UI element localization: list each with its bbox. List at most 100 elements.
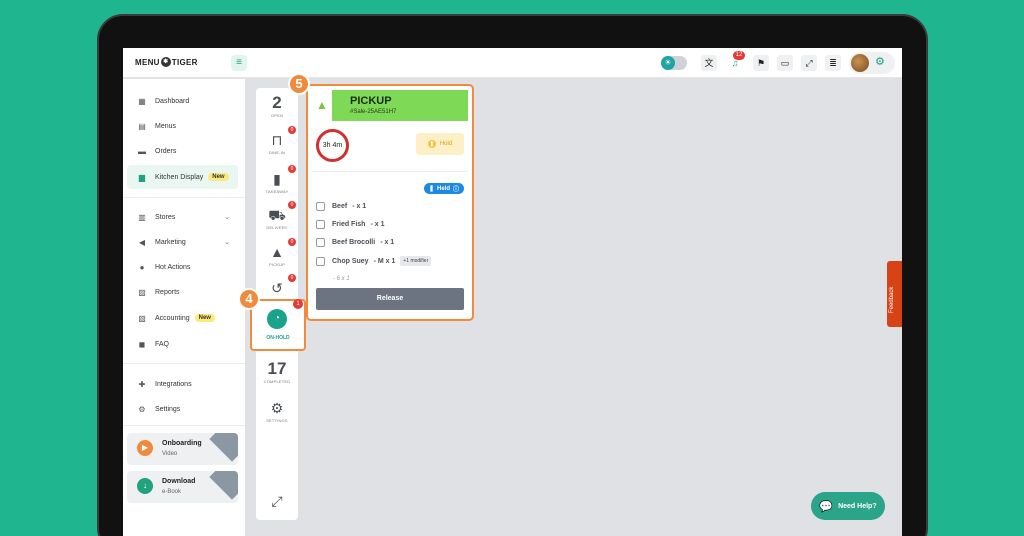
- takeaway-icon: ▮: [273, 171, 281, 187]
- flag-icon[interactable]: ⚑: [753, 55, 769, 71]
- modifier-tag[interactable]: +1 modifier: [400, 256, 432, 266]
- order-item[interactable]: Beef - x 1: [316, 202, 366, 211]
- sidebar-item-label: Marketing: [155, 238, 186, 246]
- held-label: Held: [437, 185, 451, 192]
- sidebar-item-hot-actions[interactable]: ● Hot Actions: [127, 255, 238, 279]
- menus-icon: ▤: [138, 121, 146, 131]
- sidebar-item-label: Reports: [155, 288, 180, 296]
- stores-icon: ▥: [138, 212, 146, 222]
- item-qty: - x 1: [380, 239, 395, 246]
- order-item[interactable]: Fried Fish - x 1: [316, 220, 384, 229]
- item-qty: - M x 1: [373, 257, 396, 265]
- sidebar-item-menus[interactable]: ▤ Menus: [127, 114, 238, 138]
- order-type-banner: PICKUP #Sale-25AE51H7: [332, 90, 468, 121]
- promo-subtitle: Video: [162, 451, 178, 457]
- sidebar-item-stores[interactable]: ▥ Stores ⌄: [127, 205, 238, 229]
- sidebar-item-label: Settings: [155, 405, 181, 413]
- open-orders-tab[interactable]: 2 OPEN: [256, 94, 298, 118]
- held-status-badge[interactable]: ❚ Held ⓘ: [424, 183, 464, 194]
- order-type: PICKUP: [350, 95, 392, 107]
- pickup-icon: ▲: [312, 90, 332, 121]
- item-checkbox[interactable]: [316, 220, 325, 229]
- order-item[interactable]: Beef Brocolli - x 1: [316, 238, 394, 247]
- chevron-down-icon: ⌄: [224, 239, 230, 246]
- need-help-button[interactable]: 💬 Need Help?: [811, 492, 885, 520]
- sidebar-divider: [123, 197, 245, 198]
- delivery-badge: 0: [288, 201, 296, 209]
- sidebar-item-integrations[interactable]: ✚ Integrations: [127, 372, 238, 396]
- sidebar-item-reports[interactable]: ▨ Reports: [127, 280, 238, 304]
- feedback-label: Feedback: [889, 286, 895, 313]
- item-checkbox[interactable]: [316, 202, 325, 211]
- info-icon: ⓘ: [453, 187, 460, 193]
- promo-corner: [209, 433, 238, 462]
- item-qty: - x 1: [352, 203, 367, 210]
- order-item[interactable]: Chop Suey - M x 1 +1 modifier: [316, 256, 432, 266]
- promo-subtitle: e-Book: [162, 489, 182, 495]
- sidebar-item-settings[interactable]: ⚙ Settings: [127, 397, 238, 421]
- delivery-label: DELIVERY: [266, 225, 288, 230]
- step-4-marker: 4: [238, 288, 260, 310]
- reports-icon: ▨: [138, 287, 146, 297]
- need-help-label: Need Help?: [838, 502, 877, 510]
- expand-button[interactable]: ⤢: [256, 493, 298, 509]
- chat-bubble-icon: 💬: [819, 500, 834, 513]
- sidebar-item-marketing[interactable]: ◀ Marketing ⌄: [127, 230, 238, 254]
- document-icon[interactable]: ≣: [825, 55, 841, 71]
- item-checkbox[interactable]: [316, 256, 325, 266]
- sidebar-item-kitchen-display[interactable]: ▆ Kitchen Display New: [127, 165, 238, 189]
- top-bar: MENU ✱ TIGER ≡ ☀ 文 ♫ 12 ⚑ ▭ ⤢ ≣ ⚙: [123, 48, 902, 78]
- new-badge: New: [194, 314, 215, 322]
- sidebar-item-label: Orders: [155, 147, 177, 155]
- onboarding-video-card[interactable]: ▶ Onboarding Video: [127, 433, 238, 465]
- sidebar-item-label: Accounting: [155, 314, 190, 322]
- profile-menu[interactable]: ⚙: [849, 52, 895, 74]
- logo-text-right: TIGER: [171, 57, 198, 67]
- takeaway-tab[interactable]: ▮ TAKEAWAY: [256, 171, 298, 194]
- tiger-logo-icon: ✱: [160, 57, 171, 67]
- kitchen-settings-tab[interactable]: ⚙ SETTINGS: [256, 400, 298, 423]
- item-name: Beef: [332, 203, 348, 210]
- sidebar-item-label: FAQ: [155, 340, 170, 348]
- pickup-badge: 0: [288, 238, 296, 246]
- pickup-label: PICKUP: [268, 262, 286, 267]
- history-badge: 0: [288, 274, 296, 282]
- fullscreen-icon[interactable]: ⤢: [801, 55, 817, 71]
- translate-icon[interactable]: 文: [701, 55, 717, 71]
- clock-icon: ◔: [267, 309, 287, 329]
- sidebar-item-label: Kitchen Display: [155, 173, 204, 181]
- sidebar-item-faq[interactable]: ◼ FAQ: [127, 332, 238, 356]
- theme-toggle[interactable]: ☀: [661, 56, 687, 70]
- delivery-tab[interactable]: ⛟ DELIVERY: [256, 207, 298, 230]
- release-button[interactable]: Release: [316, 288, 464, 310]
- dine-in-icon: ⊓: [271, 132, 283, 148]
- sale-id: #Sale-25AE51H7: [350, 109, 397, 115]
- promo-corner: [209, 471, 238, 500]
- hold-button[interactable]: ❚ Hold: [416, 133, 464, 155]
- on-hold-tab[interactable]: ◔ ON-HOLD 1: [250, 299, 306, 351]
- dine-in-tab[interactable]: ⊓ DINE-IN: [256, 132, 298, 155]
- pickup-tab[interactable]: ▲ PICKUP: [256, 244, 298, 267]
- completed-tab[interactable]: 17 COMPLETED: [256, 360, 298, 384]
- history-tab[interactable]: ↺: [256, 280, 298, 296]
- app-logo[interactable]: MENU ✱ TIGER: [135, 57, 198, 67]
- download-ebook-card[interactable]: ↓ Download e-Book: [127, 471, 238, 503]
- download-icon: ↓: [137, 478, 153, 494]
- sidebar-item-orders[interactable]: ▬ Orders: [127, 139, 238, 163]
- pickup-icon: ▲: [270, 244, 284, 260]
- feedback-tab[interactable]: Feedback: [887, 261, 902, 327]
- item-checkbox[interactable]: [316, 238, 325, 247]
- menu-toggle-button[interactable]: ≡: [231, 55, 247, 71]
- step-5-marker: 5: [288, 73, 310, 95]
- new-badge: New: [208, 173, 229, 181]
- order-header: ▲ PICKUP #Sale-25AE51H7: [312, 90, 468, 121]
- sidebar-item-accounting[interactable]: ▧ Accounting New: [127, 306, 238, 330]
- settings-label: SETTINGS: [266, 418, 288, 423]
- item-name: Beef Brocolli: [332, 239, 376, 246]
- marketing-icon: ◀: [138, 237, 146, 247]
- sidebar-item-dashboard[interactable]: ▦ Dashboard: [127, 89, 238, 113]
- devices-icon[interactable]: ▭: [777, 55, 793, 71]
- sidebar-item-label: Menus: [155, 122, 177, 130]
- chevron-down-icon: ⌄: [224, 214, 230, 221]
- expand-icon: ⤢: [271, 493, 283, 509]
